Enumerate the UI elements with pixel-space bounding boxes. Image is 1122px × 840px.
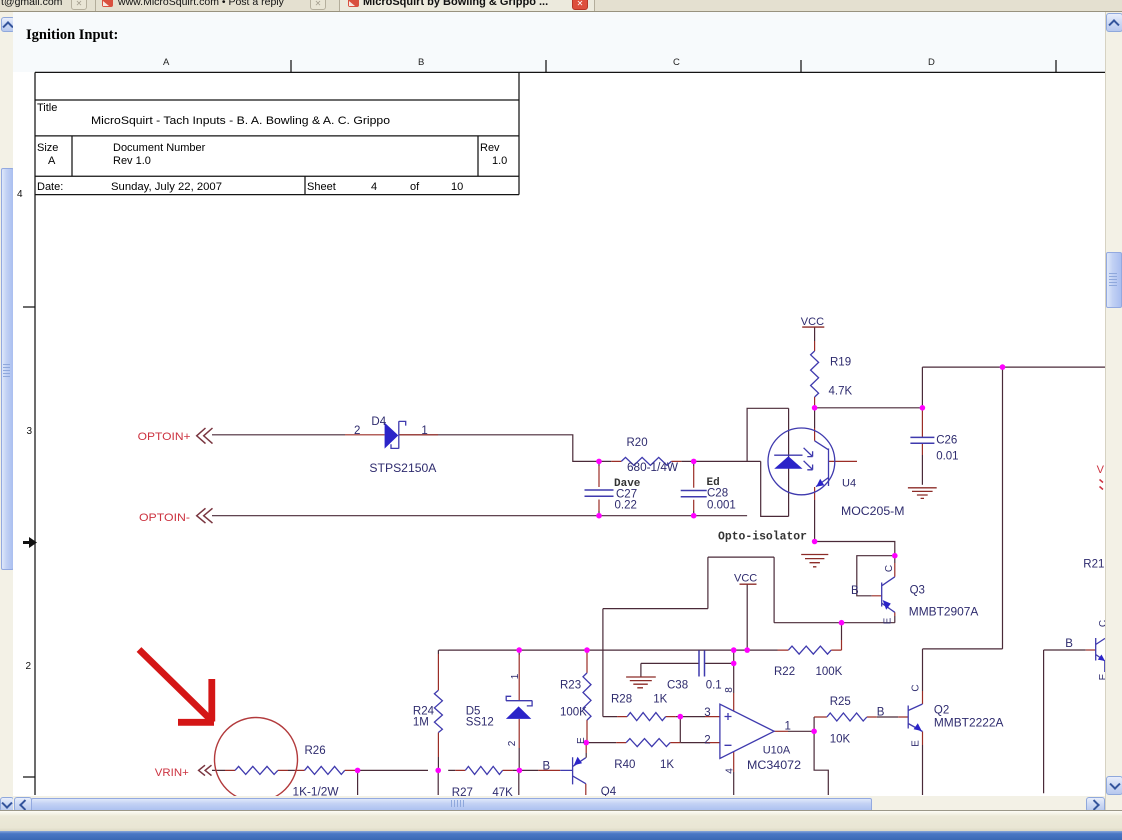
svg-text:Q4: Q4	[601, 786, 617, 796]
svg-text:E: E	[1098, 673, 1105, 680]
svg-text:VCC: VCC	[734, 573, 757, 585]
svg-text:47K: 47K	[492, 787, 513, 796]
svg-text:of: of	[410, 181, 420, 193]
svg-text:MC34072: MC34072	[747, 760, 801, 772]
svg-text:Q2: Q2	[934, 705, 949, 717]
svg-text:Ignition Input:: Ignition Input:	[26, 27, 118, 43]
svg-text:B: B	[851, 585, 859, 597]
svg-text:MMBT2907A: MMBT2907A	[909, 607, 979, 619]
svg-text:A: A	[48, 155, 56, 167]
svg-text:Size: Size	[37, 142, 58, 154]
svg-text:100K: 100K	[816, 666, 843, 678]
svg-text:1: 1	[785, 721, 791, 733]
svg-text:R26: R26	[305, 745, 326, 757]
svg-text:Rev: Rev	[480, 142, 500, 154]
svg-text:B: B	[1065, 638, 1073, 650]
svg-text:1.0: 1.0	[492, 155, 507, 167]
svg-text:Q3: Q3	[910, 585, 925, 597]
svg-text:4.7K: 4.7K	[829, 386, 853, 398]
svg-text:OPTOIN-: OPTOIN-	[139, 512, 190, 524]
svg-text:Sunday, July 22, 2007: Sunday, July 22, 2007	[111, 181, 222, 193]
svg-text:0.22: 0.22	[615, 500, 637, 512]
svg-text:R20: R20	[627, 437, 648, 449]
svg-text:E: E	[911, 740, 922, 747]
svg-text:Date:: Date:	[37, 181, 63, 193]
svg-text:2: 2	[354, 425, 360, 437]
svg-text:R28: R28	[611, 694, 632, 706]
svg-text:R25: R25	[830, 696, 851, 708]
svg-text:1: 1	[510, 673, 521, 679]
svg-text:C28: C28	[707, 488, 728, 500]
svg-text:B: B	[543, 760, 551, 772]
svg-text:U10A: U10A	[763, 745, 791, 757]
svg-text:1K-1/2W: 1K-1/2W	[293, 787, 339, 797]
svg-text:OPTOIN+: OPTOIN+	[138, 431, 191, 443]
svg-text:R21: R21	[1083, 559, 1104, 571]
svg-text:B: B	[877, 707, 885, 719]
svg-text:C: C	[884, 565, 895, 572]
svg-text:B: B	[418, 57, 424, 68]
svg-text:3: 3	[704, 707, 710, 719]
svg-text:D: D	[928, 57, 935, 68]
svg-text:2: 2	[26, 661, 32, 672]
svg-text:E: E	[883, 617, 894, 624]
svg-text:1: 1	[421, 425, 427, 437]
svg-text:R23: R23	[560, 680, 581, 692]
svg-text:4: 4	[17, 189, 23, 200]
svg-text:10K: 10K	[830, 734, 851, 746]
svg-text:A: A	[163, 57, 170, 68]
svg-text:1M: 1M	[413, 717, 429, 729]
svg-text:C: C	[911, 684, 922, 691]
svg-text:Dave: Dave	[614, 478, 641, 490]
svg-text:Title: Title	[37, 102, 57, 114]
svg-text:3: 3	[27, 426, 33, 437]
svg-text:MicroSquirt - Tach Inputs - B.: MicroSquirt - Tach Inputs - B. A. Bowlin…	[91, 115, 390, 127]
svg-text:R27: R27	[452, 787, 473, 796]
svg-text:R22: R22	[774, 666, 795, 678]
svg-text:MOC205-M: MOC205-M	[841, 506, 905, 518]
svg-text:R40: R40	[614, 759, 635, 771]
svg-text:VRIN+: VRIN+	[155, 767, 189, 779]
svg-text:100K: 100K	[560, 707, 587, 719]
svg-text:R19: R19	[830, 357, 851, 369]
svg-text:Sheet: Sheet	[307, 181, 336, 193]
svg-text:680-1/4W: 680-1/4W	[627, 462, 678, 474]
svg-text:Document Number: Document Number	[113, 142, 206, 154]
svg-text:0.1: 0.1	[706, 680, 722, 692]
svg-text:Ed: Ed	[707, 477, 720, 489]
svg-text:2: 2	[704, 735, 710, 747]
svg-text:2: 2	[507, 740, 518, 746]
svg-text:VCC: VCC	[801, 316, 824, 328]
svg-text:SS12: SS12	[466, 717, 494, 729]
svg-text:C: C	[1098, 620, 1105, 627]
svg-text:4: 4	[371, 181, 377, 193]
svg-text:Rev 1.0: Rev 1.0	[113, 155, 151, 167]
svg-text:4: 4	[724, 768, 735, 774]
svg-text:MMBT2222A: MMBT2222A	[934, 718, 1004, 730]
svg-text:0.01: 0.01	[936, 451, 958, 463]
svg-text:Opto-isolator: Opto-isolator	[718, 531, 807, 544]
svg-text:D4: D4	[371, 416, 386, 428]
svg-text:C: C	[673, 57, 680, 68]
svg-text:C26: C26	[936, 435, 957, 447]
svg-text:C38: C38	[667, 680, 688, 692]
svg-text:U4: U4	[842, 478, 856, 490]
svg-text:8: 8	[724, 687, 735, 693]
svg-text:V: V	[1097, 464, 1105, 476]
svg-text:0.001: 0.001	[707, 500, 736, 512]
svg-text:1K: 1K	[660, 759, 674, 771]
svg-text:STPS2150A: STPS2150A	[369, 463, 436, 475]
svg-text:10: 10	[451, 181, 463, 193]
svg-text:1K: 1K	[653, 694, 667, 706]
svg-text:E: E	[576, 737, 587, 744]
